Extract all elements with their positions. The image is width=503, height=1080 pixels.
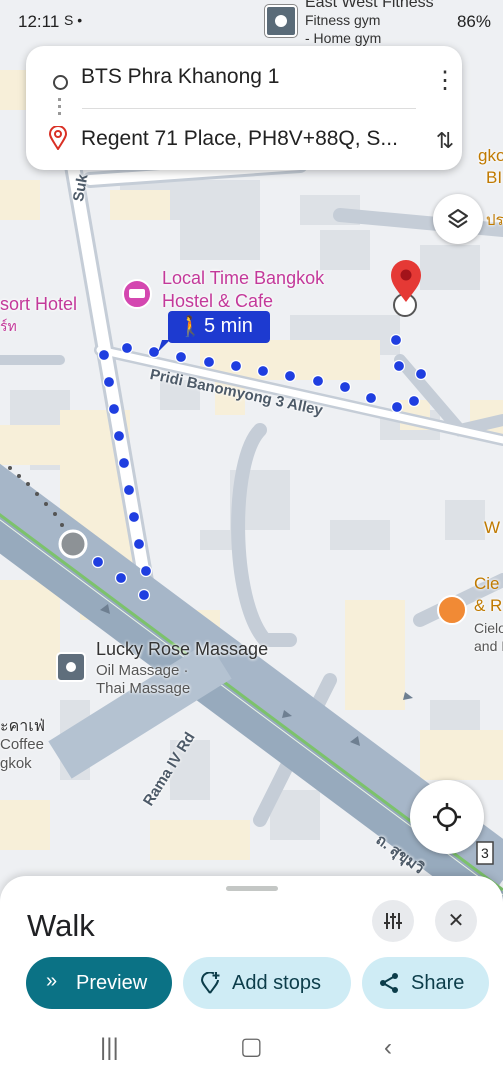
- poi-cielo-line3: Cielo: [474, 620, 503, 636]
- notification-icon: [265, 5, 297, 37]
- preview-button[interactable]: » Preview: [26, 957, 172, 1009]
- notification-line2: Fitness gym: [305, 12, 381, 28]
- status-time: 12:11: [18, 12, 60, 31]
- walk-icon: 🚶: [178, 316, 203, 338]
- poi-cafe-line2: Coffee: [0, 736, 44, 753]
- poi-hotel-partial[interactable]: sort Hotel: [0, 294, 77, 315]
- card-divider: [82, 108, 416, 109]
- poi-cielo-line4: and I: [474, 638, 503, 654]
- destination-row[interactable]: Regent 71 Place, PH8V+88Q, S... ⇅: [26, 116, 462, 166]
- preview-label: Preview: [76, 972, 148, 994]
- badge-pointer: [158, 340, 170, 352]
- home-icon[interactable]: ▢: [240, 1032, 263, 1061]
- travel-mode-title: Walk: [27, 908, 95, 943]
- poi-hostel-subtitle[interactable]: Hostel & Cafe: [162, 291, 273, 312]
- origin-marker: [58, 529, 88, 559]
- status-bar: 12:11 S • East West Fitness Fitness gym …: [0, 0, 503, 46]
- recent-apps-icon[interactable]: |||: [100, 1034, 119, 1062]
- status-left-icons: S •: [64, 12, 83, 28]
- destination-text[interactable]: Regent 71 Place, PH8V+88Q, S...: [81, 127, 398, 151]
- crosshair-icon: [433, 803, 461, 831]
- route-options-button[interactable]: [372, 900, 414, 942]
- close-icon: ✕: [447, 910, 465, 932]
- poi-cielo-line1[interactable]: Cie: [474, 574, 500, 594]
- origin-row[interactable]: BTS Phra Khanong 1 ⋮: [26, 54, 462, 104]
- poi-massage-line2: Oil Massage ·: [96, 662, 189, 679]
- poi-hostel-name[interactable]: Local Time Bangkok: [162, 268, 324, 289]
- more-vert-icon[interactable]: ⋮: [430, 66, 460, 96]
- system-nav-bar: ||| ▢ ‹: [0, 1020, 503, 1080]
- origin-circle-icon: [53, 75, 68, 90]
- add-location-icon: [200, 972, 220, 994]
- road-sign-number: 3: [481, 845, 489, 861]
- add-stops-button[interactable]: Add stops: [183, 957, 351, 1009]
- directions-card: BTS Phra Khanong 1 ⋮ Regent 71 Place, PH…: [26, 46, 462, 170]
- layers-button[interactable]: [433, 194, 483, 244]
- poi-right-partial-1: gko: [478, 146, 503, 165]
- route-duration-badge[interactable]: 🚶 5 min: [168, 311, 270, 343]
- notification-line3: - Home gym: [305, 30, 382, 46]
- route-dots-icon: [58, 98, 61, 118]
- close-button[interactable]: ✕: [435, 900, 477, 942]
- tune-icon: [384, 913, 402, 929]
- poi-hotel-thai: ร์ท: [0, 318, 17, 334]
- double-chevron-icon: »: [46, 970, 58, 992]
- swap-vertical-icon[interactable]: ⇅: [430, 126, 460, 156]
- back-icon[interactable]: ‹: [384, 1034, 392, 1062]
- poi-right-partial-2: BI: [486, 168, 503, 187]
- origin-text[interactable]: BTS Phra Khanong 1: [81, 65, 279, 89]
- poi-massage-name[interactable]: Lucky Rose Massage: [96, 639, 268, 660]
- share-label: Share: [411, 972, 465, 994]
- battery-text: 86%: [456, 12, 491, 31]
- poi-cafe-line3: gkok: [0, 755, 32, 772]
- poi-massage-line3: Thai Massage: [96, 680, 191, 697]
- drag-handle[interactable]: [226, 886, 278, 891]
- poi-right-partial-3: ปร: [486, 212, 503, 229]
- location-pin-icon: [49, 126, 67, 150]
- poi-right-partial-w: W: [484, 518, 501, 537]
- route-duration: 5 min: [204, 315, 253, 337]
- share-icon: [380, 973, 398, 993]
- my-location-button[interactable]: [410, 780, 484, 854]
- layers-icon: [448, 209, 468, 228]
- notification-title: East West Fitness: [305, 0, 434, 11]
- poi-cielo-line2: & R: [474, 596, 503, 615]
- add-stops-label: Add stops: [232, 972, 321, 994]
- share-button[interactable]: Share: [362, 957, 489, 1009]
